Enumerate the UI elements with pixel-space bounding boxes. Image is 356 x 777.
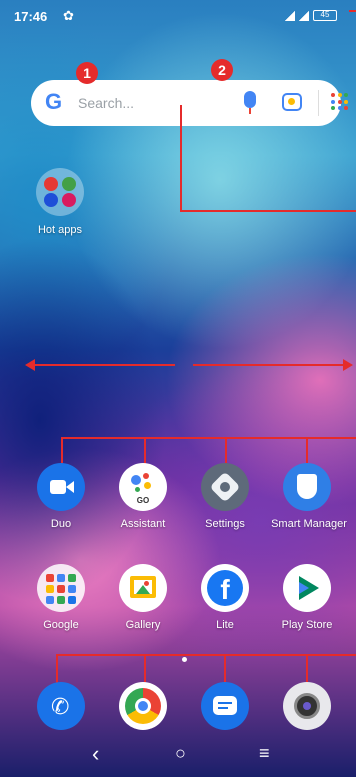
arrow-right-icon [343, 359, 353, 371]
annotation-line [180, 105, 182, 212]
assistant-dot-icon [144, 482, 151, 489]
annotation-line [306, 654, 308, 682]
facebook-lite-app-icon[interactable]: f [201, 564, 249, 612]
settings-gear-icon: ✿ [63, 8, 74, 23]
google-search-bar[interactable]: G Search... [31, 80, 349, 126]
annotation-line [144, 437, 146, 465]
camera-lens-center-icon [303, 702, 311, 710]
mini-app-icon [68, 596, 76, 604]
settings-app-icon[interactable] [201, 463, 249, 511]
callout-badge-2: 2 [211, 59, 233, 81]
home-button[interactable]: ○ [175, 743, 186, 764]
search-placeholder[interactable]: Search... [78, 95, 134, 111]
play-store-label: Play Store [281, 619, 333, 631]
mini-app-icon [57, 585, 65, 593]
google-label: Google [43, 619, 79, 631]
annotation-line [61, 437, 356, 439]
mini-app-icon [57, 574, 65, 582]
camera-app-icon[interactable] [283, 682, 331, 730]
google-lens-icon[interactable] [282, 93, 302, 111]
smart-manager-app-icon[interactable] [283, 463, 331, 511]
arrow-left-icon [25, 359, 35, 371]
messages-app-icon[interactable] [201, 682, 249, 730]
message-line-icon [218, 702, 232, 704]
gear-center-icon [220, 482, 230, 492]
assistant-dot-icon [143, 473, 149, 479]
swipe-arrow-right [193, 364, 345, 366]
gallery-app-icon[interactable] [119, 564, 167, 612]
mini-app-icon [68, 585, 76, 593]
status-bar: 17:46 ✿ 45 [0, 0, 356, 32]
video-camera-icon [50, 480, 66, 494]
mini-app-icon [46, 574, 54, 582]
annotation-line [224, 654, 226, 684]
annotation-line [349, 10, 356, 12]
shield-icon [297, 474, 317, 499]
assistant-dot-icon [131, 475, 141, 485]
google-folder-icon[interactable] [37, 564, 85, 612]
sun-icon [144, 581, 149, 586]
annotation-line [144, 654, 146, 682]
annotation-line [56, 654, 58, 684]
assistant-go-text: GO [136, 496, 150, 505]
message-bubble-icon [213, 696, 237, 715]
assistant-dot-icon [135, 487, 140, 492]
voice-search-mic-icon[interactable] [244, 91, 256, 114]
signal-icon-2 [299, 11, 309, 21]
facebook-f-icon: f [207, 570, 243, 606]
annotation-line [61, 437, 63, 463]
mini-app-icon [46, 596, 54, 604]
smart-manager-label: Smart Manager [271, 518, 347, 530]
phone-handset-icon: ✆ [51, 694, 70, 719]
play-triangle-inner-icon [299, 582, 309, 594]
navigation-bar: ‹ ○ ≡ [0, 735, 356, 777]
apps-grid-icon[interactable] [331, 93, 349, 111]
signal-icon [285, 11, 295, 21]
play-store-app-icon[interactable] [283, 564, 331, 612]
recents-button[interactable]: ≡ [259, 743, 270, 764]
mini-app-icon [68, 574, 76, 582]
back-button[interactable]: ‹ [92, 741, 99, 767]
assistant-go-app-icon[interactable]: GO [119, 463, 167, 511]
lite-label: Lite [216, 619, 234, 631]
swipe-arrow-left [30, 364, 175, 366]
settings-label: Settings [205, 518, 245, 530]
callout-badge-1: 1 [76, 62, 98, 84]
hot-apps-label: Hot apps [37, 224, 83, 236]
chrome-app-icon[interactable] [119, 682, 167, 730]
page-indicator-dot [182, 657, 187, 662]
annotation-line [56, 654, 356, 656]
status-time: 17:46 [14, 9, 48, 24]
message-line-icon [218, 707, 228, 709]
gallery-label: Gallery [125, 619, 161, 631]
annotation-line [180, 210, 356, 212]
battery-icon: 45 [313, 10, 337, 21]
mountain-icon [136, 585, 150, 594]
video-lens-icon [66, 481, 74, 493]
phone-app-icon[interactable]: ✆ [37, 682, 85, 730]
chrome-center-icon [135, 698, 151, 714]
assistant-label: Assistant [120, 518, 166, 530]
search-divider [318, 90, 319, 116]
duo-label: Duo [50, 518, 72, 530]
hot-apps-folder[interactable] [36, 168, 84, 216]
mini-app-icon [57, 596, 65, 604]
google-g-icon: G [45, 89, 63, 114]
mini-app-icon [46, 585, 54, 593]
duo-app-icon[interactable] [37, 463, 85, 511]
